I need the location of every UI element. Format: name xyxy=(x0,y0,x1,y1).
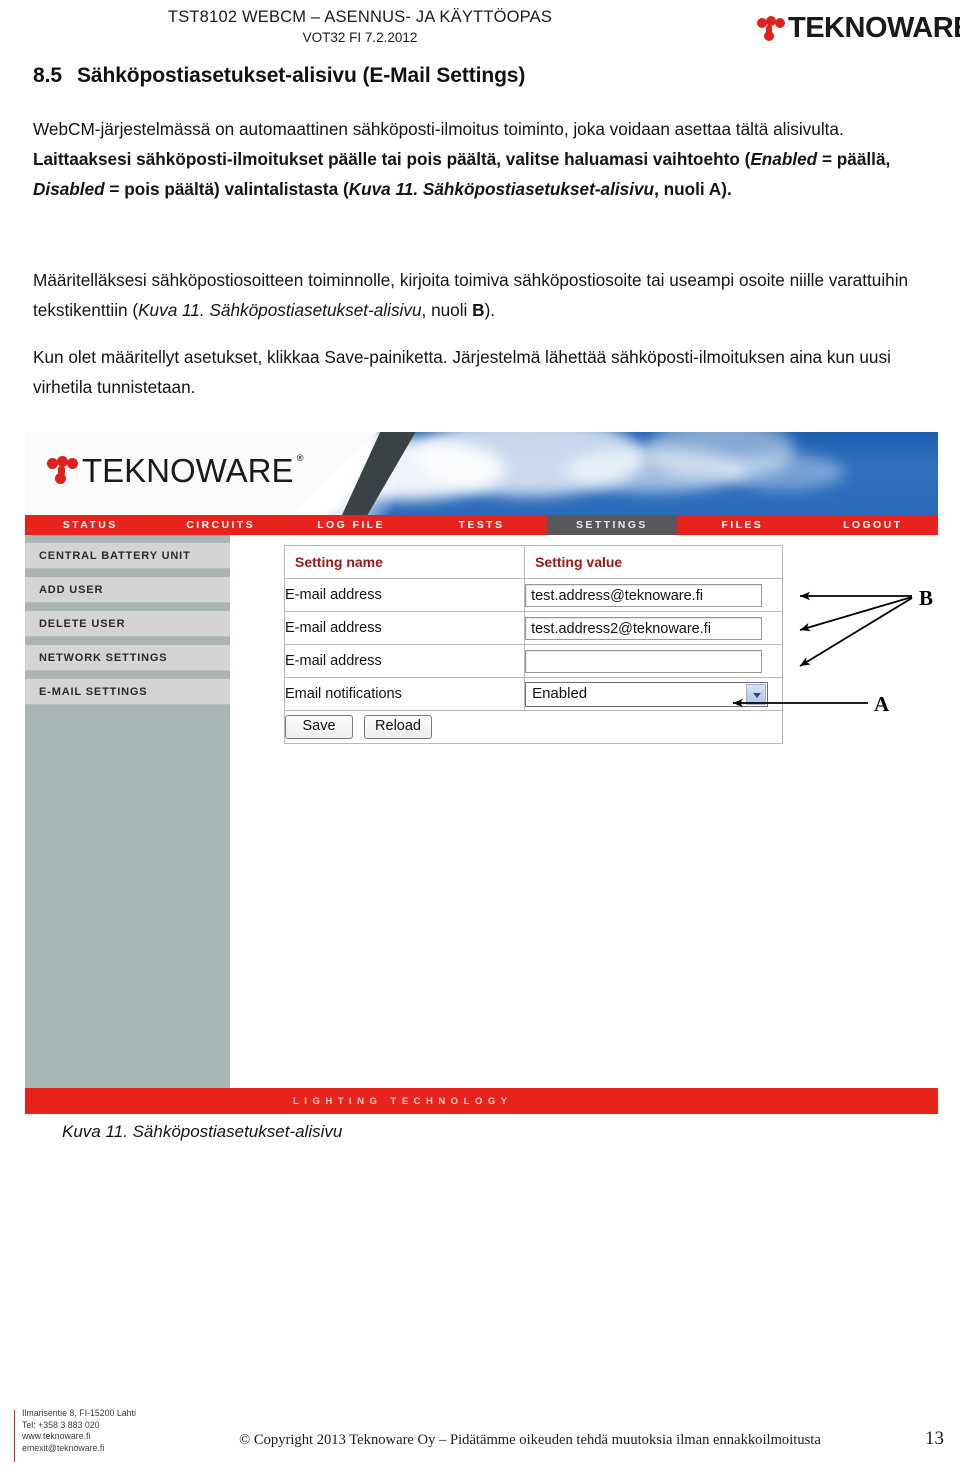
column-header-setting-name: Setting name xyxy=(295,553,383,570)
email-address-input-1[interactable]: test.address@teknoware.fi xyxy=(525,583,763,607)
paragraph-1-text-e: , nuoli xyxy=(654,179,709,199)
app-footer: LIGHTING TECHNOLOGY xyxy=(25,1088,938,1114)
table-row: E-mail address test.address@teknoware.fi xyxy=(283,578,783,612)
footer-address: Ilmarisentie 8, FI-15200 Lahti xyxy=(22,1408,136,1418)
page-number: 13 xyxy=(925,1428,944,1449)
column-header-setting-value: Setting value xyxy=(535,553,623,570)
footer-copyright: © Copyright 2013 Teknoware Oy – Pidätämm… xyxy=(239,1432,821,1448)
paragraph-1-text-d: = pois päältä) valintalistasta ( xyxy=(104,179,349,199)
app-wordmark: TEKNOWARE xyxy=(82,452,294,489)
table-row: E-mail address xyxy=(283,644,783,678)
nav-item-tests[interactable]: TESTS xyxy=(416,515,546,535)
settings-table: Setting name Setting value E-mail addres… xyxy=(283,545,783,744)
paragraph-2-text-c: ). xyxy=(484,300,496,320)
app-content: CENTRAL BATTERY UNIT ADD USER DELETE USE… xyxy=(25,535,938,1088)
table-row: Email notifications Enabled xyxy=(283,677,783,711)
paragraph-3: Kun olet määritellyt asetukset, klikkaa … xyxy=(33,347,891,397)
row-label-email-notifications: Email notifications xyxy=(283,677,526,711)
sidebar-item-email-settings[interactable]: E-MAIL SETTINGS xyxy=(25,679,230,705)
figure-caption: Kuva 11. Sähköpostiasetukset-alisivu xyxy=(62,1122,343,1141)
term-enabled: Enabled xyxy=(750,149,818,169)
arrow-ref-a: A xyxy=(708,179,722,199)
nav-item-status[interactable]: STATUS xyxy=(25,515,155,535)
email-notifications-select[interactable]: Enabled xyxy=(525,681,769,707)
sidebar-spacer-top xyxy=(25,535,230,543)
paragraph-1-text-b: Laittaaksesi sähköposti-ilmoitukset pääl… xyxy=(33,149,751,169)
table-row: E-mail address test.address2@teknoware.f… xyxy=(283,611,783,645)
sidebar-spacer-1 xyxy=(25,569,230,577)
app-banner: TEKNOWARE ® xyxy=(25,432,938,515)
sidebar-spacer-3 xyxy=(25,637,230,645)
nav-item-circuits[interactable]: CIRCUITS xyxy=(155,515,285,535)
sidebar-item-network-settings[interactable]: NETWORK SETTINGS xyxy=(25,645,230,671)
row-label-email-address-1: E-mail address xyxy=(283,578,526,612)
document-header: TST8102 WEBCM – ASENNUS- JA KÄYTTÖOPAS V… xyxy=(0,4,960,60)
app-registered-trademark-icon: ® xyxy=(296,453,304,463)
table-header-row: Setting name Setting value xyxy=(283,545,783,579)
save-button[interactable]: Save xyxy=(285,715,353,739)
reload-button[interactable]: Reload xyxy=(364,715,433,739)
paragraph-2: Määritelläksesi sähköpostiosoitteen toim… xyxy=(33,265,917,325)
row-label-email-address-2: E-mail address xyxy=(283,611,526,645)
document-header-subtitle: VOT32 FI 7.2.2012 xyxy=(302,30,418,45)
nav-item-logout[interactable]: LOGOUT xyxy=(808,515,938,535)
section-number: 8.5 xyxy=(33,64,62,87)
email-address-input-3[interactable] xyxy=(525,649,763,673)
arrow-ref-b: B xyxy=(472,300,485,320)
settings-panel: Setting name Setting value E-mail addres… xyxy=(283,545,783,744)
nav-item-log-file[interactable]: LOG FILE xyxy=(286,515,416,535)
footer-email: emexit@teknoware.fi xyxy=(22,1442,105,1453)
table-action-row: Save Reload xyxy=(284,710,783,744)
footer-website: www.teknoware.fi xyxy=(22,1431,91,1442)
figure-screenshot: TEKNOWARE ® STATUS CIRCUITS LOG FILE TES… xyxy=(25,432,938,1114)
sidebar-item-delete-user[interactable]: DELETE USER xyxy=(25,611,230,637)
figure-reference-1: Kuva 11. Sähköpostiasetukset-alisivu xyxy=(348,179,655,199)
teknoware-wordmark: TEKNOWARE xyxy=(788,12,960,44)
page-title: 8.5 Sähköpostiasetukset-alisivu (E-Mail S… xyxy=(33,64,913,88)
page-footer: Ilmarisentie 8, FI-15200 Lahti Tel: +358… xyxy=(0,1404,960,1466)
paragraph-1-text-f: ). xyxy=(721,179,732,199)
paragraph-1-text-a: WebCM-järjestelmässä on automaattinen sä… xyxy=(33,119,844,139)
app-logo: TEKNOWARE ® xyxy=(47,452,303,489)
annotation-label-a: A xyxy=(874,692,890,716)
teknoware-logo: TEKNOWARE ® xyxy=(757,14,960,43)
app-navbar[interactable]: STATUS CIRCUITS LOG FILE TESTS SETTINGS … xyxy=(25,515,938,535)
app-teknoware-dots-icon xyxy=(47,456,79,485)
sidebar-spacer-2 xyxy=(25,603,230,611)
sidebar-spacer-4 xyxy=(25,671,230,679)
sidebar-item-add-user[interactable]: ADD USER xyxy=(25,577,230,603)
email-notifications-selected-value: Enabled xyxy=(532,684,588,702)
email-address-input-2[interactable]: test.address2@teknoware.fi xyxy=(525,616,763,640)
footer-divider xyxy=(14,1410,15,1462)
section-title: Sähköpostiasetukset-alisivu (E-Mail Sett… xyxy=(77,64,526,87)
footer-telephone: Tel: +358 3 883 020 xyxy=(22,1419,100,1430)
document-header-title: TST8102 WEBCM – ASENNUS- JA KÄYTTÖOPAS xyxy=(167,8,553,26)
row-label-email-address-3: E-mail address xyxy=(283,644,526,678)
sidebar-item-central-battery-unit[interactable]: CENTRAL BATTERY UNIT xyxy=(25,543,230,569)
term-disabled: Disabled xyxy=(33,179,105,199)
paragraph-1-text-c: = päällä, xyxy=(817,149,891,169)
app-footer-tagline: LIGHTING TECHNOLOGY xyxy=(293,1095,513,1107)
app-sidebar: CENTRAL BATTERY UNIT ADD USER DELETE USE… xyxy=(25,535,230,1088)
paragraph-2-text-b: , nuoli xyxy=(421,300,473,320)
footer-contact-block: Ilmarisentie 8, FI-15200 Lahti Tel: +358… xyxy=(22,1408,136,1454)
paragraph-1: WebCM-järjestelmässä on automaattinen sä… xyxy=(33,114,917,204)
nav-item-settings[interactable]: SETTINGS xyxy=(546,515,678,535)
teknoware-dots-icon xyxy=(757,15,787,42)
nav-item-files[interactable]: FILES xyxy=(677,515,807,535)
figure-reference-2: Kuva 11. Sähköpostiasetukset-alisivu xyxy=(138,300,422,320)
chevron-down-icon[interactable] xyxy=(746,683,767,705)
annotation-label-b: B xyxy=(919,586,934,610)
